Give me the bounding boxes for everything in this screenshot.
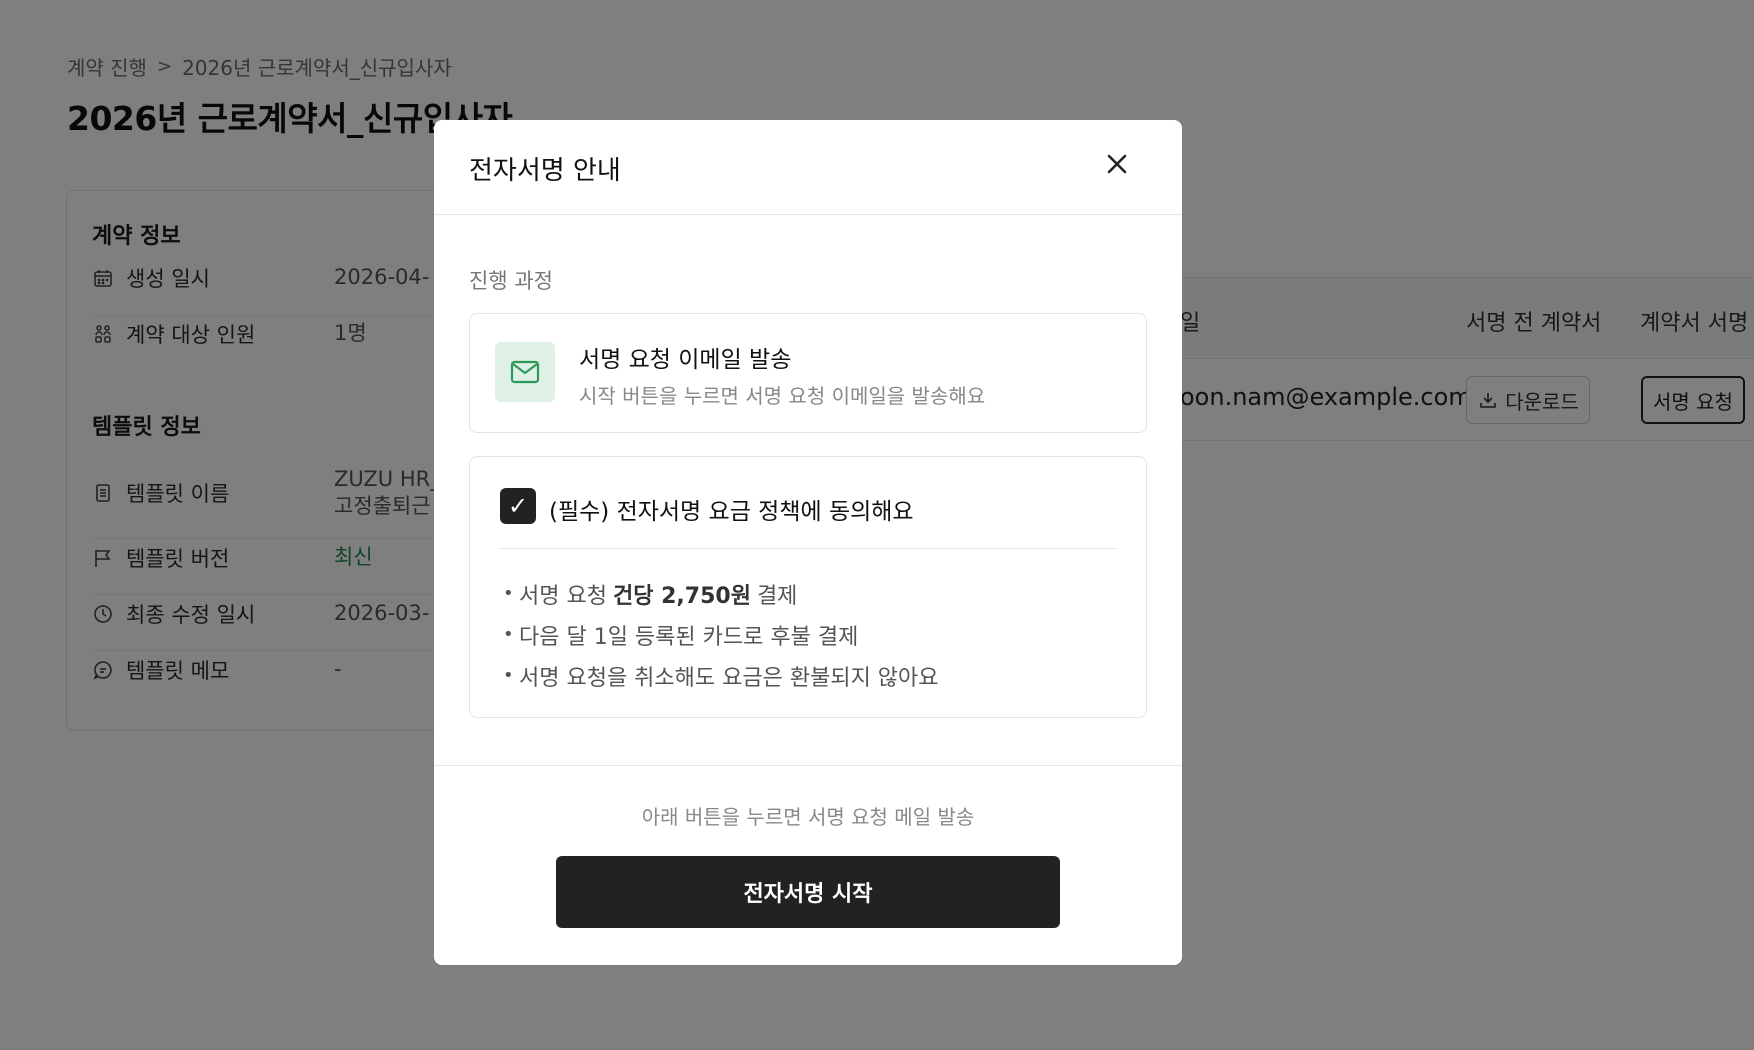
agree-divider — [500, 548, 1116, 549]
start-esign-button[interactable]: 전자서명 시작 — [556, 856, 1060, 928]
list-item: • 서명 요청 건당 2,750원 결제 — [503, 573, 939, 614]
agree-label[interactable]: (필수) 전자서명 요금 정책에 동의해요 — [549, 492, 914, 526]
step-title: 서명 요청 이메일 발송 — [579, 347, 792, 373]
step-card: 서명 요청 이메일 발송 시작 버튼을 누르면 서명 요청 이메일을 발송해요 — [469, 313, 1147, 433]
list-item: • 서명 요청을 취소해도 요금은 환불되지 않아요 — [503, 655, 939, 696]
modal-title: 전자서명 안내 — [469, 156, 621, 186]
close-button[interactable] — [1098, 147, 1136, 185]
list-item: • 다음 달 1일 등록된 카드로 후불 결제 — [503, 614, 939, 655]
esign-modal: 전자서명 안내 진행 과정 서명 요청 이메일 발송 시작 버튼을 누르면 서명… — [434, 120, 1182, 965]
bullet-dot: • — [503, 583, 514, 604]
agree-checkbox[interactable]: ✓ — [500, 488, 536, 524]
bullet1-price: 건당 2,750원 — [612, 583, 751, 609]
close-icon — [1106, 153, 1128, 179]
modal-footer: 아래 버튼을 누르면 서명 요청 메일 발송 전자서명 시작 — [434, 765, 1182, 965]
step-section-label: 진행 과정 — [469, 269, 553, 293]
pricing-policy-list: • 서명 요청 건당 2,750원 결제 • 다음 달 1일 등록된 카드로 후… — [503, 573, 939, 696]
mail-icon — [495, 342, 555, 402]
bullet2-text: 다음 달 1일 등록된 카드로 후불 결제 — [519, 624, 859, 650]
bullet3-text: 서명 요청을 취소해도 요금은 환불되지 않아요 — [519, 665, 939, 691]
bullet1-text: 서명 요청 — [519, 583, 607, 609]
bullet1-suffix: 결제 — [756, 583, 798, 609]
step-description: 시작 버튼을 누르면 서명 요청 이메일을 발송해요 — [579, 384, 986, 408]
modal-header: 전자서명 안내 — [434, 120, 1182, 215]
agreement-card: ✓ (필수) 전자서명 요금 정책에 동의해요 • 서명 요청 건당 2,750… — [469, 456, 1147, 718]
bullet-dot: • — [503, 665, 514, 686]
bullet-dot: • — [503, 624, 514, 645]
footer-note: 아래 버튼을 누르면 서명 요청 메일 발송 — [641, 805, 975, 829]
